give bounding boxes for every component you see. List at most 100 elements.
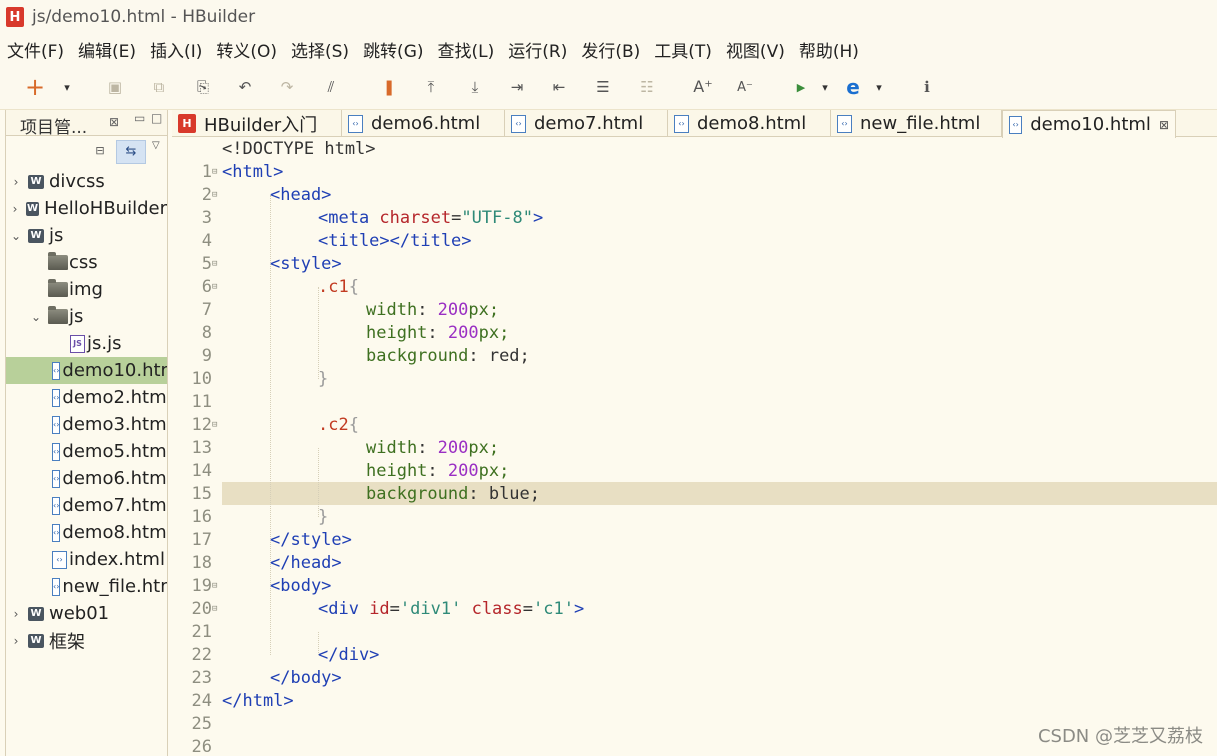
menu-goto[interactable]: 跳转(G) [356, 37, 430, 62]
menu-edit[interactable]: 编辑(E) [71, 37, 143, 62]
tab-hbuilder-intro[interactable]: H HBuilder入门 [172, 110, 342, 137]
font-decrease-button[interactable]: A⁻ [734, 76, 756, 98]
menu-find[interactable]: 查找(L) [431, 37, 502, 62]
goto-bottom-button[interactable]: ⤓ [464, 76, 486, 98]
menu-help[interactable]: 帮助(H) [792, 37, 866, 62]
project-manager-tab-label: 项目管... [20, 118, 88, 138]
tree-item-demo10[interactable]: ‹› demo10.html [6, 357, 167, 384]
menu-tools[interactable]: 工具(T) [647, 37, 719, 62]
tab-demo10[interactable]: ‹› demo10.html ⊠ [1002, 110, 1176, 138]
hbuilder-window: H js/demo10.html - HBuilder 文件(F) 编辑(E) … [0, 0, 1217, 756]
copy-button[interactable]: ⎘ [192, 76, 214, 98]
menu-insert[interactable]: 插入(I) [143, 37, 209, 62]
fold-icon[interactable]: ⊟ [212, 184, 222, 207]
tree-item-js-folder[interactable]: ⌄ js [6, 303, 167, 330]
run-dropdown-button[interactable]: ▾ [818, 76, 832, 98]
redo-button[interactable]: ↷ [276, 76, 298, 98]
chevron-right-icon[interactable]: › [10, 202, 20, 216]
tree-item-demo2[interactable]: ‹› demo2.html [6, 384, 167, 411]
tree-item-img-folder[interactable]: img [6, 276, 167, 303]
format-button[interactable]: ⫽ [320, 76, 342, 98]
tree-item-css-folder[interactable]: css [6, 249, 167, 276]
maximize-icon[interactable]: □ [151, 111, 162, 125]
menu-select[interactable]: 选择(S) [284, 37, 356, 62]
info-button[interactable]: ℹ [916, 76, 938, 98]
new-dropdown-button[interactable]: ▾ [60, 76, 74, 98]
code-line: 4 <meta charset="UTF-8"> [172, 207, 1217, 251]
fold-icon[interactable]: ⊟ [212, 414, 222, 437]
tree-item-label: demo5.html [62, 441, 167, 462]
menu-escape[interactable]: 转义(O) [209, 37, 284, 62]
fold-icon[interactable]: ⊟ [212, 276, 222, 299]
code-line: 3 ⊟ <head> [172, 184, 1217, 228]
chevron-right-icon[interactable]: › [10, 607, 22, 621]
tree-item-demo5[interactable]: ‹› demo5.html [6, 438, 167, 465]
tab-demo8[interactable]: ‹› demo8.html [668, 110, 831, 137]
code-line: 24 </body> [172, 667, 1217, 711]
project-icon: W [28, 633, 44, 648]
tree-item-js-js[interactable]: JS js.js [6, 330, 167, 357]
tree-item-demo3[interactable]: ‹› demo3.html [6, 411, 167, 438]
view-menu-icon[interactable]: ▽ [152, 140, 160, 151]
comment-button[interactable]: ☰ [592, 76, 614, 98]
code-text: <style> [270, 254, 342, 274]
menu-view[interactable]: 视图(V) [719, 37, 792, 62]
collapse-all-icon[interactable]: ⊟ [92, 144, 108, 160]
indent-button[interactable]: ⇥ [506, 76, 528, 98]
fold-icon[interactable]: ⊟ [212, 598, 222, 621]
uncomment-button[interactable]: ☷ [636, 76, 658, 98]
tree-item-demo6[interactable]: ‹› demo6.html [6, 465, 167, 492]
menu-file[interactable]: 文件(F) [0, 37, 71, 62]
code-editor[interactable]: 1 <!DOCTYPE html> 2 ⊟ <html> 3 ⊟ <head> … [172, 138, 1217, 756]
browser-dropdown-button[interactable]: ▾ [872, 76, 886, 98]
fold-icon[interactable]: ⊟ [212, 575, 222, 598]
fold-icon[interactable]: ⊟ [212, 161, 222, 184]
code-text: <body> [270, 576, 332, 596]
new-file-button[interactable]: + [24, 75, 46, 99]
project-manager-tab[interactable]: 项目管... ⊠ ▭ □ [6, 110, 167, 138]
browser-icon[interactable]: e [842, 76, 864, 98]
tree-item-new-file[interactable]: ‹› new_file.html [6, 573, 167, 600]
tree-item-index[interactable]: ‹› index.html [6, 546, 167, 573]
outdent-button[interactable]: ⇤ [548, 76, 570, 98]
code-line: 18 </style> [172, 529, 1217, 573]
chevron-right-icon[interactable]: › [10, 175, 22, 189]
run-button[interactable]: ▶ [790, 76, 812, 98]
tree-item-web01[interactable]: › W web01 [6, 600, 167, 627]
tree-item-framework[interactable]: › W 框架 [6, 627, 167, 654]
chevron-right-icon[interactable]: › [10, 634, 22, 648]
tab-new-file[interactable]: ‹› new_file.html [831, 110, 1002, 137]
code-line: 20 ⊟ <body> [172, 575, 1217, 619]
tree-item-label: divcss [49, 171, 105, 192]
tab-demo7[interactable]: ‹› demo7.html [505, 110, 668, 137]
bookmark-button[interactable]: ❚ [378, 76, 400, 98]
link-with-editor-icon[interactable]: ⇆ [116, 140, 146, 164]
close-icon[interactable]: ⊠ [109, 115, 119, 129]
tree-item-demo7[interactable]: ‹› demo7.html [6, 492, 167, 519]
tree-item-label: demo2.html [62, 387, 167, 408]
code-line: 12 [172, 391, 1217, 435]
tree-item-label: HelloHBuilder [44, 198, 167, 219]
font-increase-button[interactable]: A⁺ [692, 76, 714, 98]
close-icon[interactable]: ⊠ [1159, 118, 1169, 132]
save-button[interactable]: ▣ [104, 76, 126, 98]
goto-top-button[interactable]: ⤒ [420, 76, 442, 98]
code-line-current: 16 background: blue; [172, 483, 1217, 527]
folder-icon [48, 306, 68, 324]
watermark: CSDN @芝芝又荔枝 [1037, 726, 1203, 747]
tree-item-divcss[interactable]: › W divcss [6, 168, 167, 195]
minimize-icon[interactable]: ▭ [134, 111, 145, 125]
fold-icon[interactable]: ⊟ [212, 253, 222, 276]
tree-item-js-project[interactable]: ⌄ W js [6, 222, 167, 249]
menu-run[interactable]: 运行(R) [501, 37, 574, 62]
chevron-down-icon[interactable]: ⌄ [30, 310, 42, 324]
tree-item-demo8[interactable]: ‹› demo8.html [6, 519, 167, 546]
chevron-down-icon[interactable]: ⌄ [10, 229, 22, 243]
save-all-button[interactable]: ⧉ [148, 76, 170, 98]
code-text: </head> [270, 553, 342, 573]
menu-publish[interactable]: 发行(B) [574, 37, 647, 62]
undo-button[interactable]: ↶ [234, 76, 256, 98]
tree-item-hellohbuilder[interactable]: › W HelloHBuilder [6, 195, 167, 222]
tab-demo6[interactable]: ‹› demo6.html [342, 110, 505, 137]
html-file-icon: ‹› [52, 415, 61, 434]
